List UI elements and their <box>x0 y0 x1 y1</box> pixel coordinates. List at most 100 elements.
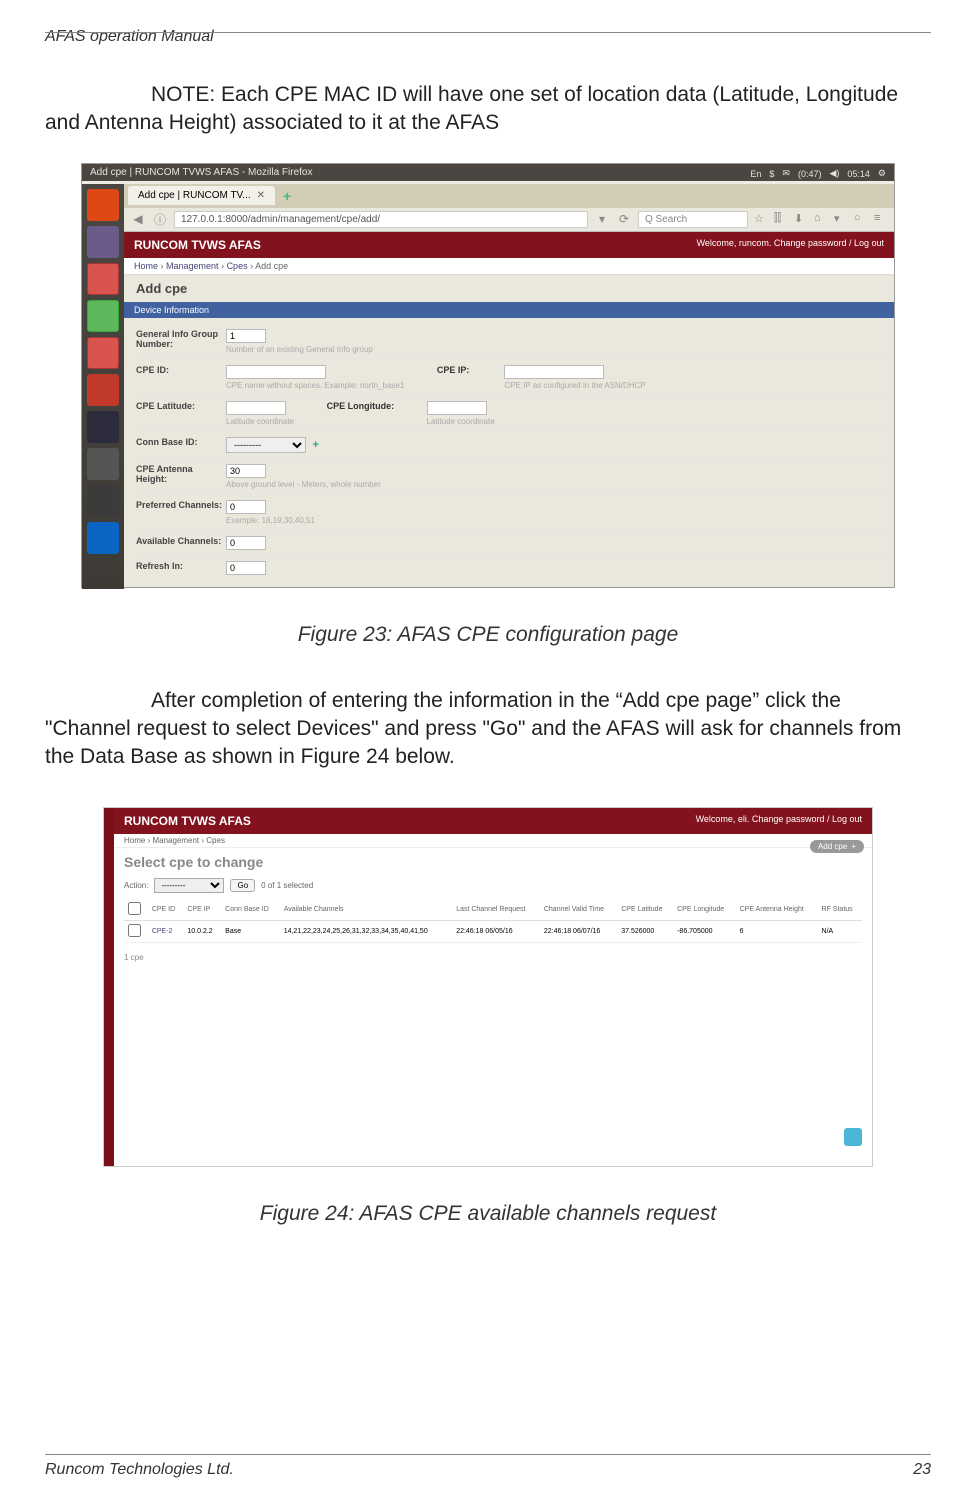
breadcrumb-home[interactable]: Home <box>134 261 158 271</box>
cell-lat: 37.526000 <box>617 920 673 942</box>
browser-tab[interactable]: Add cpe | RUNCOM TV... ✕ <box>128 186 275 205</box>
breadcrumb-cpes[interactable]: Cpes <box>227 261 248 271</box>
cpeip-input[interactable] <box>504 365 604 379</box>
cpeid-hint: CPE name without spaces. Example: north_… <box>226 381 404 390</box>
cpe-table: CPE ID CPE IP Conn Base ID Available Cha… <box>124 899 862 943</box>
footer-company: Runcom Technologies Ltd. <box>45 1461 234 1479</box>
selected-count: 0 of 1 selected <box>261 881 313 890</box>
doc-header-title: AFAS operation Manual <box>45 28 931 46</box>
form: General Info Group Number: Number of an … <box>124 318 894 586</box>
sync-icon[interactable]: ○ <box>854 212 868 226</box>
lat-hint: Latitude coordinate <box>226 417 294 426</box>
avail-input[interactable] <box>226 536 266 550</box>
add-cpe-button[interactable]: Add cpe + <box>810 840 864 853</box>
files-icon[interactable] <box>87 226 119 258</box>
lat-label: CPE Latitude: <box>136 401 226 411</box>
cpe-link[interactable]: CPE-2 <box>152 928 173 935</box>
breadcrumb-current: Add cpe <box>255 261 288 271</box>
calc-icon[interactable] <box>87 300 119 332</box>
conn-select[interactable]: --------- <box>226 437 306 453</box>
avail-label: Available Channels: <box>136 536 226 546</box>
download-icon[interactable]: ⬇ <box>794 212 808 226</box>
figure23-caption: Figure 23: AFAS CPE configuration page <box>45 623 931 647</box>
sound-icon: ◀) <box>829 168 839 179</box>
th-6[interactable]: CPE Latitude <box>617 899 673 921</box>
bc2-home[interactable]: Home <box>124 836 145 845</box>
breadcrumb: Home › Management › Cpes › Add cpe <box>124 258 894 275</box>
conn-label: Conn Base ID: <box>136 437 226 447</box>
browser-addressbar: ◀ ⓘ 127.0.0.1:8000/admin/management/cpe/… <box>124 208 894 232</box>
star-icon[interactable]: ☆ <box>754 212 768 226</box>
cpeid-input[interactable] <box>226 365 326 379</box>
app-title-2: RUNCOM TVWS AFAS <box>124 814 251 828</box>
bluetooth-icon: $ <box>769 169 774 179</box>
impress-icon[interactable] <box>87 337 119 369</box>
info-icon[interactable]: ⓘ <box>152 211 168 227</box>
body-paragraph: After completion of entering the informa… <box>45 687 931 772</box>
lon-hint: Latitude coordinate <box>427 417 495 426</box>
new-tab-icon[interactable]: + <box>279 188 295 204</box>
reload-icon[interactable]: ⟳ <box>616 211 632 227</box>
th-5[interactable]: Channel Valid Time <box>540 899 617 921</box>
dropdown-icon[interactable]: ▾ <box>594 211 610 227</box>
app-header-2: RUNCOM TVWS AFAS Welcome, eli. Change pa… <box>114 808 872 834</box>
clock: 05:14 <box>847 169 870 179</box>
back-icon[interactable]: ◀ <box>130 211 146 227</box>
bookmarks-icon[interactable]: ⫿⫿ <box>774 212 788 226</box>
font-icon[interactable] <box>87 374 119 406</box>
gin-hint: Number of an existing General Info group <box>226 345 882 354</box>
ant-input[interactable] <box>226 464 266 478</box>
table-row: CPE-2 10.0.2.2 Base 14,21,22,23,24,25,26… <box>124 920 862 942</box>
cpeip-label: CPE IP: <box>437 365 470 375</box>
teamviewer-icon[interactable] <box>844 1128 862 1146</box>
lang-indicator: En <box>750 169 761 179</box>
pref-label: Preferred Channels: <box>136 500 226 510</box>
bc2-cpes: Cpes <box>206 836 225 845</box>
th-9[interactable]: RF Status <box>818 899 862 921</box>
pref-input[interactable] <box>226 500 266 514</box>
th-7[interactable]: CPE Longitude <box>673 899 736 921</box>
eclipse-icon[interactable] <box>87 411 119 443</box>
cell-rf: N/A <box>818 920 862 942</box>
action-select[interactable]: --------- <box>154 878 224 893</box>
row-checkbox[interactable] <box>128 924 141 937</box>
terminal-icon[interactable] <box>87 485 119 517</box>
th-4[interactable]: Last Channel Request <box>452 899 540 921</box>
os-status-bar: En $ ✉ (0:47) ◀) 05:14 ⚙ <box>742 164 894 184</box>
go-button[interactable]: Go <box>230 879 255 892</box>
th-1[interactable]: CPE IP <box>183 899 221 921</box>
ant-hint: Above ground level - Meters, whole numbe… <box>226 480 882 489</box>
url-field[interactable]: 127.0.0.1:8000/admin/management/cpe/add/ <box>174 211 588 228</box>
fullscreen-icon[interactable]: ▾ <box>834 212 848 226</box>
dash-icon[interactable] <box>87 189 119 221</box>
cell-ip: 10.0.2.2 <box>183 920 221 942</box>
gin-input[interactable] <box>226 329 266 343</box>
browser-tabbar: Add cpe | RUNCOM TV... ✕ + <box>124 184 894 208</box>
th-2[interactable]: Conn Base ID <box>221 899 280 921</box>
search-field[interactable]: Q Search <box>638 211 748 228</box>
row-count: 1 cpe <box>114 947 872 968</box>
ant-label: CPE Antenna Height: <box>136 464 226 484</box>
pref-hint: Example: 18,19,30,40,51 <box>226 516 882 525</box>
th-8[interactable]: CPE Antenna Height <box>736 899 818 921</box>
firefox-icon[interactable] <box>87 522 119 554</box>
note-text: NOTE: Each CPE MAC ID will have one set … <box>45 81 931 138</box>
th-3[interactable]: Available Channels <box>280 899 452 921</box>
lon-input[interactable] <box>427 401 487 415</box>
breadcrumb-mgmt[interactable]: Management <box>166 261 219 271</box>
lon-label: CPE Longitude: <box>327 401 395 411</box>
action-row: Action: --------- Go 0 of 1 selected <box>114 876 872 895</box>
refresh-input[interactable] <box>226 561 266 575</box>
th-0[interactable]: CPE ID <box>148 899 184 921</box>
writer-icon[interactable] <box>87 263 119 295</box>
th-check[interactable] <box>124 899 148 921</box>
settings-icon[interactable] <box>87 448 119 480</box>
home-icon[interactable]: ⌂ <box>814 212 828 226</box>
tab-close-icon[interactable]: ✕ <box>257 190 265 201</box>
bc2-mgmt[interactable]: Management <box>152 836 199 845</box>
add-icon[interactable]: + <box>313 439 319 451</box>
header-checkbox[interactable] <box>128 902 141 915</box>
menu-icon[interactable]: ≡ <box>874 212 888 226</box>
mail-icon: ✉ <box>782 168 790 179</box>
lat-input[interactable] <box>226 401 286 415</box>
